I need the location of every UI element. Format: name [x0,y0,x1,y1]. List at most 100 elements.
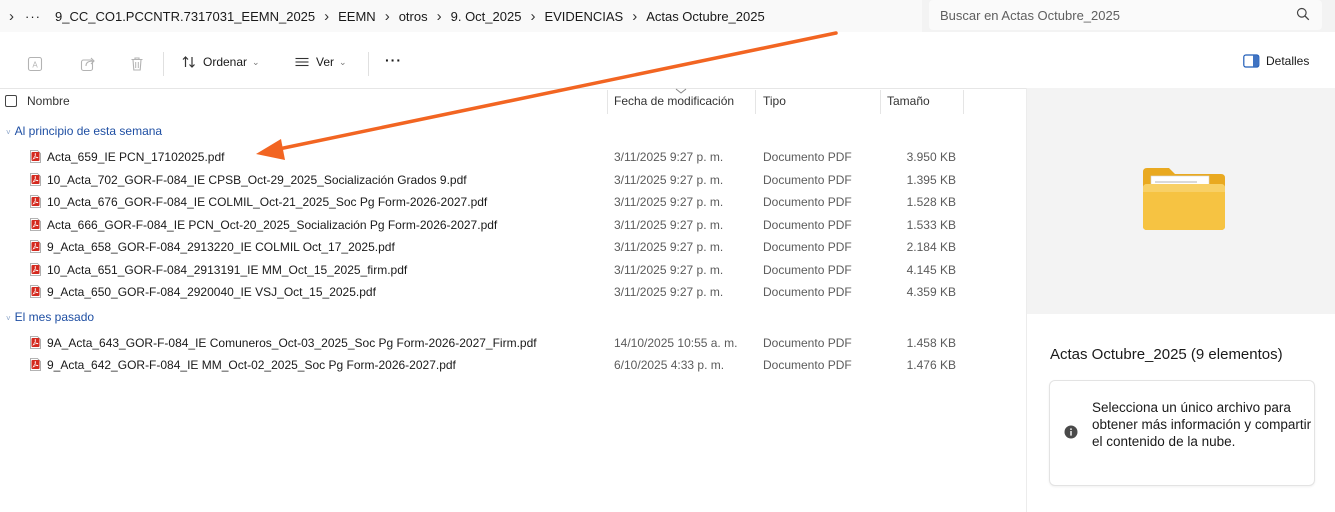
file-type: Documento PDF [763,240,852,254]
file-date: 6/10/2025 4:33 p. m. [614,358,725,372]
search-icon[interactable] [1296,7,1310,21]
column-divider[interactable] [755,90,756,114]
select-all-checkbox[interactable] [5,95,17,107]
group-label: El mes pasado [14,310,95,324]
file-type: Documento PDF [763,336,852,350]
view-button[interactable]: Ver ⌄ [294,54,347,70]
file-row[interactable]: 10_Acta_651_GOR-F-084_2913191_IE MM_Oct_… [0,259,1026,281]
file-date: 3/11/2025 9:27 p. m. [614,173,724,187]
file-type: Documento PDF [763,150,852,164]
search-box[interactable] [929,0,1322,30]
chevron-down-icon[interactable]: ˅ [6,128,11,137]
breadcrumb-item[interactable]: EEMN [336,9,378,24]
file-size: 4.359 KB [906,285,956,299]
more-options-button[interactable]: ··· [385,52,402,68]
details-button[interactable]: Detalles [1243,54,1309,68]
file-name[interactable]: 9_Acta_650_GOR-F-084_2920040_IE VSJ_Oct_… [47,285,376,299]
file-date: 3/11/2025 9:27 p. m. [614,150,724,164]
file-row[interactable]: 9_Acta_650_GOR-F-084_2920040_IE VSJ_Oct_… [0,281,1026,303]
file-date: 3/11/2025 9:27 p. m. [614,240,724,254]
group-header[interactable]: ˅ El mes pasado [6,310,94,324]
sort-button[interactable]: Ordenar ⌄ [181,54,260,70]
file-name[interactable]: 9_Acta_658_GOR-F-084_2913220_IE COLMIL O… [47,240,395,254]
chevron-down-icon[interactable]: ˅ [6,314,11,323]
breadcrumb-item-current[interactable]: Actas Octubre_2025 [644,9,767,24]
file-type: Documento PDF [763,358,852,372]
column-header-type[interactable]: Tipo [763,88,786,114]
pdf-file-icon [30,263,41,276]
pdf-file-icon [30,285,41,298]
chevron-down-icon: ⌄ [339,56,347,67]
file-row[interactable]: Acta_659_IE PCN_17102025.pdf 3/11/2025 9… [0,146,1026,168]
delete-icon[interactable] [129,56,145,72]
pdf-file-icon [30,173,41,186]
info-card: Selecciona un único archivo para obtener… [1049,380,1315,486]
column-header-size[interactable]: Tamaño [887,88,930,114]
breadcrumb-more-button[interactable]: ··· [25,9,41,24]
command-bar: A Ordenar ⌄ Ver ⌄ ··· Detalles [0,40,1335,89]
file-name[interactable]: 10_Acta_702_GOR-F-084_IE CPSB_Oct-29_202… [47,173,467,187]
pdf-file-icon [30,218,41,231]
view-label: Ver [316,55,335,69]
file-name[interactable]: Acta_666_GOR-F-084_IE PCN_Oct-20_2025_So… [47,218,497,232]
file-row[interactable]: 9_Acta_658_GOR-F-084_2913220_IE COLMIL O… [0,236,1026,258]
toolbar-divider [163,52,164,76]
column-header-row: Nombre Fecha de modificación Tipo Tamaño [0,88,1026,114]
column-header-name[interactable]: Nombre [27,88,70,114]
file-name[interactable]: 10_Acta_676_GOR-F-084_IE COLMIL_Oct-21_2… [47,195,487,209]
breadcrumb[interactable]: › ··· 9_CC_CO1.PCCNTR.7317031_EEMN_2025 … [0,0,922,32]
file-row[interactable]: 10_Acta_702_GOR-F-084_IE CPSB_Oct-29_202… [0,169,1026,191]
svg-text:A: A [32,61,38,70]
chevron-down-icon: ⌄ [252,56,260,67]
details-label: Detalles [1266,54,1310,68]
file-row[interactable]: 9A_Acta_643_GOR-F-084_IE Comuneros_Oct-0… [0,332,1026,354]
pdf-file-icon [30,336,41,349]
chevron-right-icon[interactable]: › [530,8,535,25]
folder-icon [1143,168,1225,230]
chevron-right-icon[interactable]: › [437,8,442,25]
column-divider[interactable] [963,90,964,114]
info-message: Selecciona un único archivo para obtener… [1092,400,1312,449]
column-divider[interactable] [607,90,608,114]
preview-area [1027,88,1335,314]
column-divider[interactable] [880,90,881,114]
file-size: 3.950 KB [906,150,956,164]
pdf-file-icon [30,358,41,371]
file-name[interactable]: 9_Acta_642_GOR-F-084_IE MM_Oct-02_2025_S… [47,358,456,372]
sort-icon [182,56,195,68]
chevron-right-icon[interactable]: › [324,8,329,25]
chevron-right-icon[interactable]: › [632,8,637,25]
breadcrumb-item[interactable]: 9_CC_CO1.PCCNTR.7317031_EEMN_2025 [53,9,317,24]
details-title: Actas Octubre_2025 (9 elementos) [1050,346,1283,363]
file-row[interactable]: 9_Acta_642_GOR-F-084_IE MM_Oct-02_2025_S… [0,354,1026,376]
file-type: Documento PDF [763,173,852,187]
file-size: 1.528 KB [906,195,956,209]
file-date: 3/11/2025 9:27 p. m. [614,218,724,232]
file-name[interactable]: Acta_659_IE PCN_17102025.pdf [47,150,224,164]
file-date: 3/11/2025 9:27 p. m. [614,263,724,277]
group-label: Al principio de esta semana [14,124,163,138]
chevron-right-icon[interactable]: › [9,8,14,25]
file-type: Documento PDF [763,195,852,209]
file-type: Documento PDF [763,218,852,232]
file-type: Documento PDF [763,263,852,277]
file-name[interactable]: 10_Acta_651_GOR-F-084_2913191_IE MM_Oct_… [47,263,407,277]
breadcrumb-item[interactable]: otros [397,9,430,24]
ai-rename-icon[interactable]: A [27,56,43,72]
breadcrumb-item[interactable]: EVIDENCIAS [542,9,625,24]
file-row[interactable]: 10_Acta_676_GOR-F-084_IE COLMIL_Oct-21_2… [0,191,1026,213]
file-date: 3/11/2025 9:27 p. m. [614,195,724,209]
share-icon[interactable] [80,56,96,72]
column-header-date[interactable]: Fecha de modificación [614,88,734,114]
sort-label: Ordenar [203,55,248,69]
search-input[interactable] [938,6,1292,24]
toolbar-divider [368,52,369,76]
breadcrumb-item[interactable]: 9. Oct_2025 [449,9,524,24]
file-row[interactable]: Acta_666_GOR-F-084_IE PCN_Oct-20_2025_So… [0,214,1026,236]
group-header[interactable]: ˅ Al principio de esta semana [6,124,162,138]
file-name[interactable]: 9A_Acta_643_GOR-F-084_IE Comuneros_Oct-0… [47,336,537,350]
details-pane-icon [1243,54,1260,68]
pdf-file-icon [30,150,41,163]
file-size: 2.184 KB [906,240,956,254]
chevron-right-icon[interactable]: › [385,8,390,25]
